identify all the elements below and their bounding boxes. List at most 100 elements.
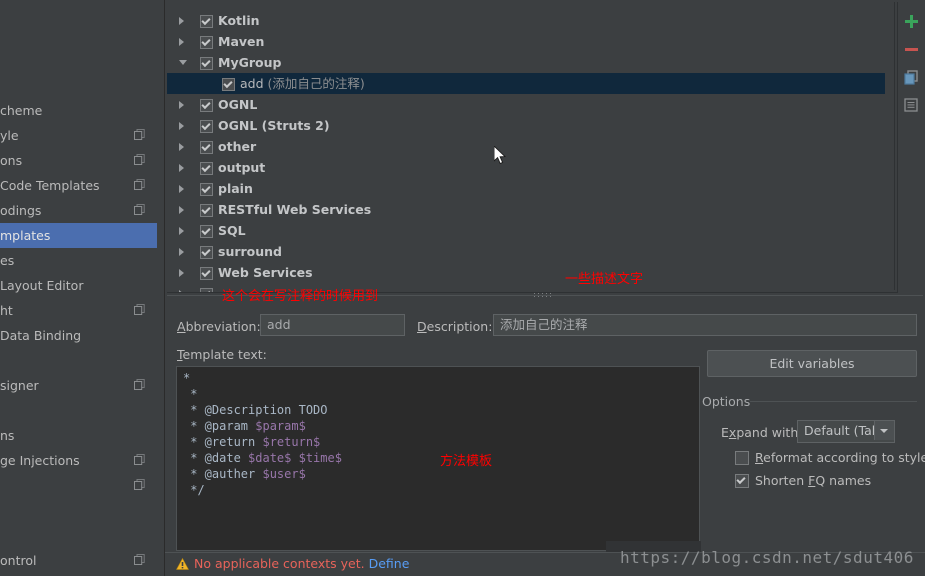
abbreviation-label: Abbreviation:	[177, 319, 261, 334]
tree-row-checkbox[interactable]	[200, 99, 213, 112]
copy-settings-icon[interactable]	[134, 479, 145, 490]
chevron-right-icon[interactable]	[179, 10, 190, 31]
reformat-label[interactable]: Reformat according to style	[755, 450, 925, 465]
copy-settings-icon[interactable]	[134, 379, 145, 390]
tree-row[interactable]: OGNL	[167, 94, 892, 115]
tree-row[interactable]: plain	[167, 178, 892, 199]
sidebar-item-14[interactable]: ontrol	[0, 548, 157, 573]
copy-settings-icon[interactable]	[134, 454, 145, 465]
sidebar-item-1[interactable]: yle	[0, 123, 157, 148]
tree-row[interactable]: Web Services	[167, 262, 892, 283]
tree-row-checkbox[interactable]	[200, 141, 213, 154]
shorten-fq-names-label[interactable]: Shorten FQ names	[755, 473, 871, 488]
document-icon	[904, 98, 918, 112]
tree-row-checkbox[interactable]	[200, 267, 213, 280]
sidebar-item-5[interactable]: mplates	[0, 223, 157, 248]
sidebar-item-label: ons	[0, 153, 23, 168]
chevron-right-icon[interactable]	[179, 199, 190, 220]
chevron-right-icon[interactable]	[179, 136, 190, 157]
tree-row-label: RESTful Web Services	[218, 202, 372, 217]
tree-row[interactable]: OGNL (Struts 2)	[167, 115, 892, 136]
tree-row[interactable]: output	[167, 157, 892, 178]
sidebar-item-11[interactable]: ns	[0, 423, 157, 448]
sidebar-item-2[interactable]: ons	[0, 148, 157, 173]
copy-settings-icon[interactable]	[134, 179, 145, 190]
copy-settings-icon[interactable]	[134, 304, 145, 315]
sidebar-item-10[interactable]: signer	[0, 373, 157, 398]
tree-row-checkbox[interactable]	[200, 120, 213, 133]
chevron-down-icon[interactable]	[179, 52, 190, 73]
tree-toolbar	[898, 0, 925, 292]
define-link[interactable]: Define	[369, 556, 410, 571]
copy-settings-icon[interactable]	[134, 129, 145, 140]
tree-row[interactable]: MyGroup	[167, 52, 892, 73]
tree-row-checkbox[interactable]	[200, 246, 213, 259]
copy-settings-icon[interactable]	[134, 554, 145, 565]
description-input[interactable]: 添加自己的注释	[493, 314, 917, 336]
template-variable: $param$	[255, 419, 306, 433]
template-text-editor[interactable]: * * * @Description TODO * @param $param$…	[176, 366, 700, 551]
tree-row[interactable]: SQL	[167, 220, 892, 241]
template-code-line: * @param $param$	[183, 419, 306, 433]
settings-dialog: cheme yle ons Code Templates odings mplates es…	[0, 0, 925, 576]
sidebar-item-6[interactable]: es	[0, 248, 157, 273]
template-code-line: *	[183, 387, 198, 401]
tree-row-checkbox[interactable]	[200, 162, 213, 175]
tree-row-checkbox[interactable]	[200, 57, 213, 70]
chevron-down-icon[interactable]	[874, 421, 894, 440]
shorten-fq-names-checkbox[interactable]	[735, 474, 749, 488]
tree-row[interactable]: add (添加自己的注释)	[167, 73, 892, 94]
template-code-line: * @date $date$ $time$	[183, 451, 342, 465]
abbreviation-input[interactable]: add	[260, 314, 405, 336]
sidebar-item-3[interactable]: Code Templates	[0, 173, 157, 198]
template-code[interactable]: * * * @Description TODO * @param $param$…	[183, 370, 342, 498]
remove-button[interactable]	[898, 36, 925, 63]
template-variable: $user$	[262, 467, 306, 481]
sidebar-item-9[interactable]: Data Binding	[0, 323, 157, 348]
tree-row[interactable]: RESTful Web Services	[167, 199, 892, 220]
tree-row[interactable]: surround	[167, 241, 892, 262]
editor-scrollbar-track[interactable]	[689, 367, 699, 548]
tree-row[interactable]: other	[167, 136, 892, 157]
templates-tree[interactable]: Kotlin Maven MyGroup add (添加自己的注释) OGNL OGNL …	[167, 2, 892, 292]
chevron-right-icon[interactable]	[179, 31, 190, 52]
chevron-right-icon[interactable]	[179, 241, 190, 262]
chevron-right-icon[interactable]	[179, 262, 190, 283]
edit-variables-button[interactable]: Edit variables	[707, 350, 917, 377]
sidebar-item-label: signer	[0, 378, 39, 393]
copy-settings-icon[interactable]	[134, 204, 145, 215]
chevron-right-icon[interactable]	[179, 157, 190, 178]
expand-with-dropdown[interactable]: Default (Tab)	[797, 420, 895, 443]
tree-row[interactable]: Kotlin	[167, 10, 892, 31]
splitter-dot	[534, 293, 535, 294]
settings-sidebar[interactable]: cheme yle ons Code Templates odings mplates es…	[0, 0, 157, 576]
chevron-right-icon[interactable]	[179, 94, 190, 115]
sidebar-item-7[interactable]: Layout Editor	[0, 273, 157, 298]
add-button[interactable]	[898, 8, 925, 35]
tree-row-checkbox[interactable]	[200, 204, 213, 217]
splitter-dot	[538, 293, 539, 294]
sidebar-scrollbar-track[interactable]	[157, 0, 321, 576]
tree-row[interactable]: Maven	[167, 31, 892, 52]
copy-to-clipboard-button[interactable]	[898, 92, 925, 119]
tree-row-description: (添加自己的注释)	[263, 76, 365, 91]
sidebar-item-8[interactable]: ht	[0, 298, 157, 323]
copy-settings-icon[interactable]	[134, 154, 145, 165]
sidebar-item-13[interactable]	[0, 473, 157, 498]
tree-row-checkbox[interactable]	[200, 36, 213, 49]
tree-row-checkbox[interactable]	[200, 183, 213, 196]
duplicate-button[interactable]	[898, 64, 925, 91]
reformat-checkbox[interactable]	[735, 451, 749, 465]
tree-row-checkbox[interactable]	[222, 78, 235, 91]
sidebar-item-12[interactable]: ge Injections	[0, 448, 157, 473]
tree-row-checkbox[interactable]	[200, 225, 213, 238]
sidebar-item-0[interactable]: cheme	[0, 98, 157, 123]
sidebar-item-4[interactable]: odings	[0, 198, 157, 223]
tree-row-checkbox[interactable]	[200, 15, 213, 28]
tree-row-label: MyGroup	[218, 55, 282, 70]
chevron-right-icon[interactable]	[179, 178, 190, 199]
tree-scrollbar-track[interactable]	[885, 2, 894, 290]
chevron-right-icon[interactable]	[179, 220, 190, 241]
chevron-right-icon[interactable]	[179, 115, 190, 136]
tree-row-label: OGNL (Struts 2)	[218, 118, 330, 133]
